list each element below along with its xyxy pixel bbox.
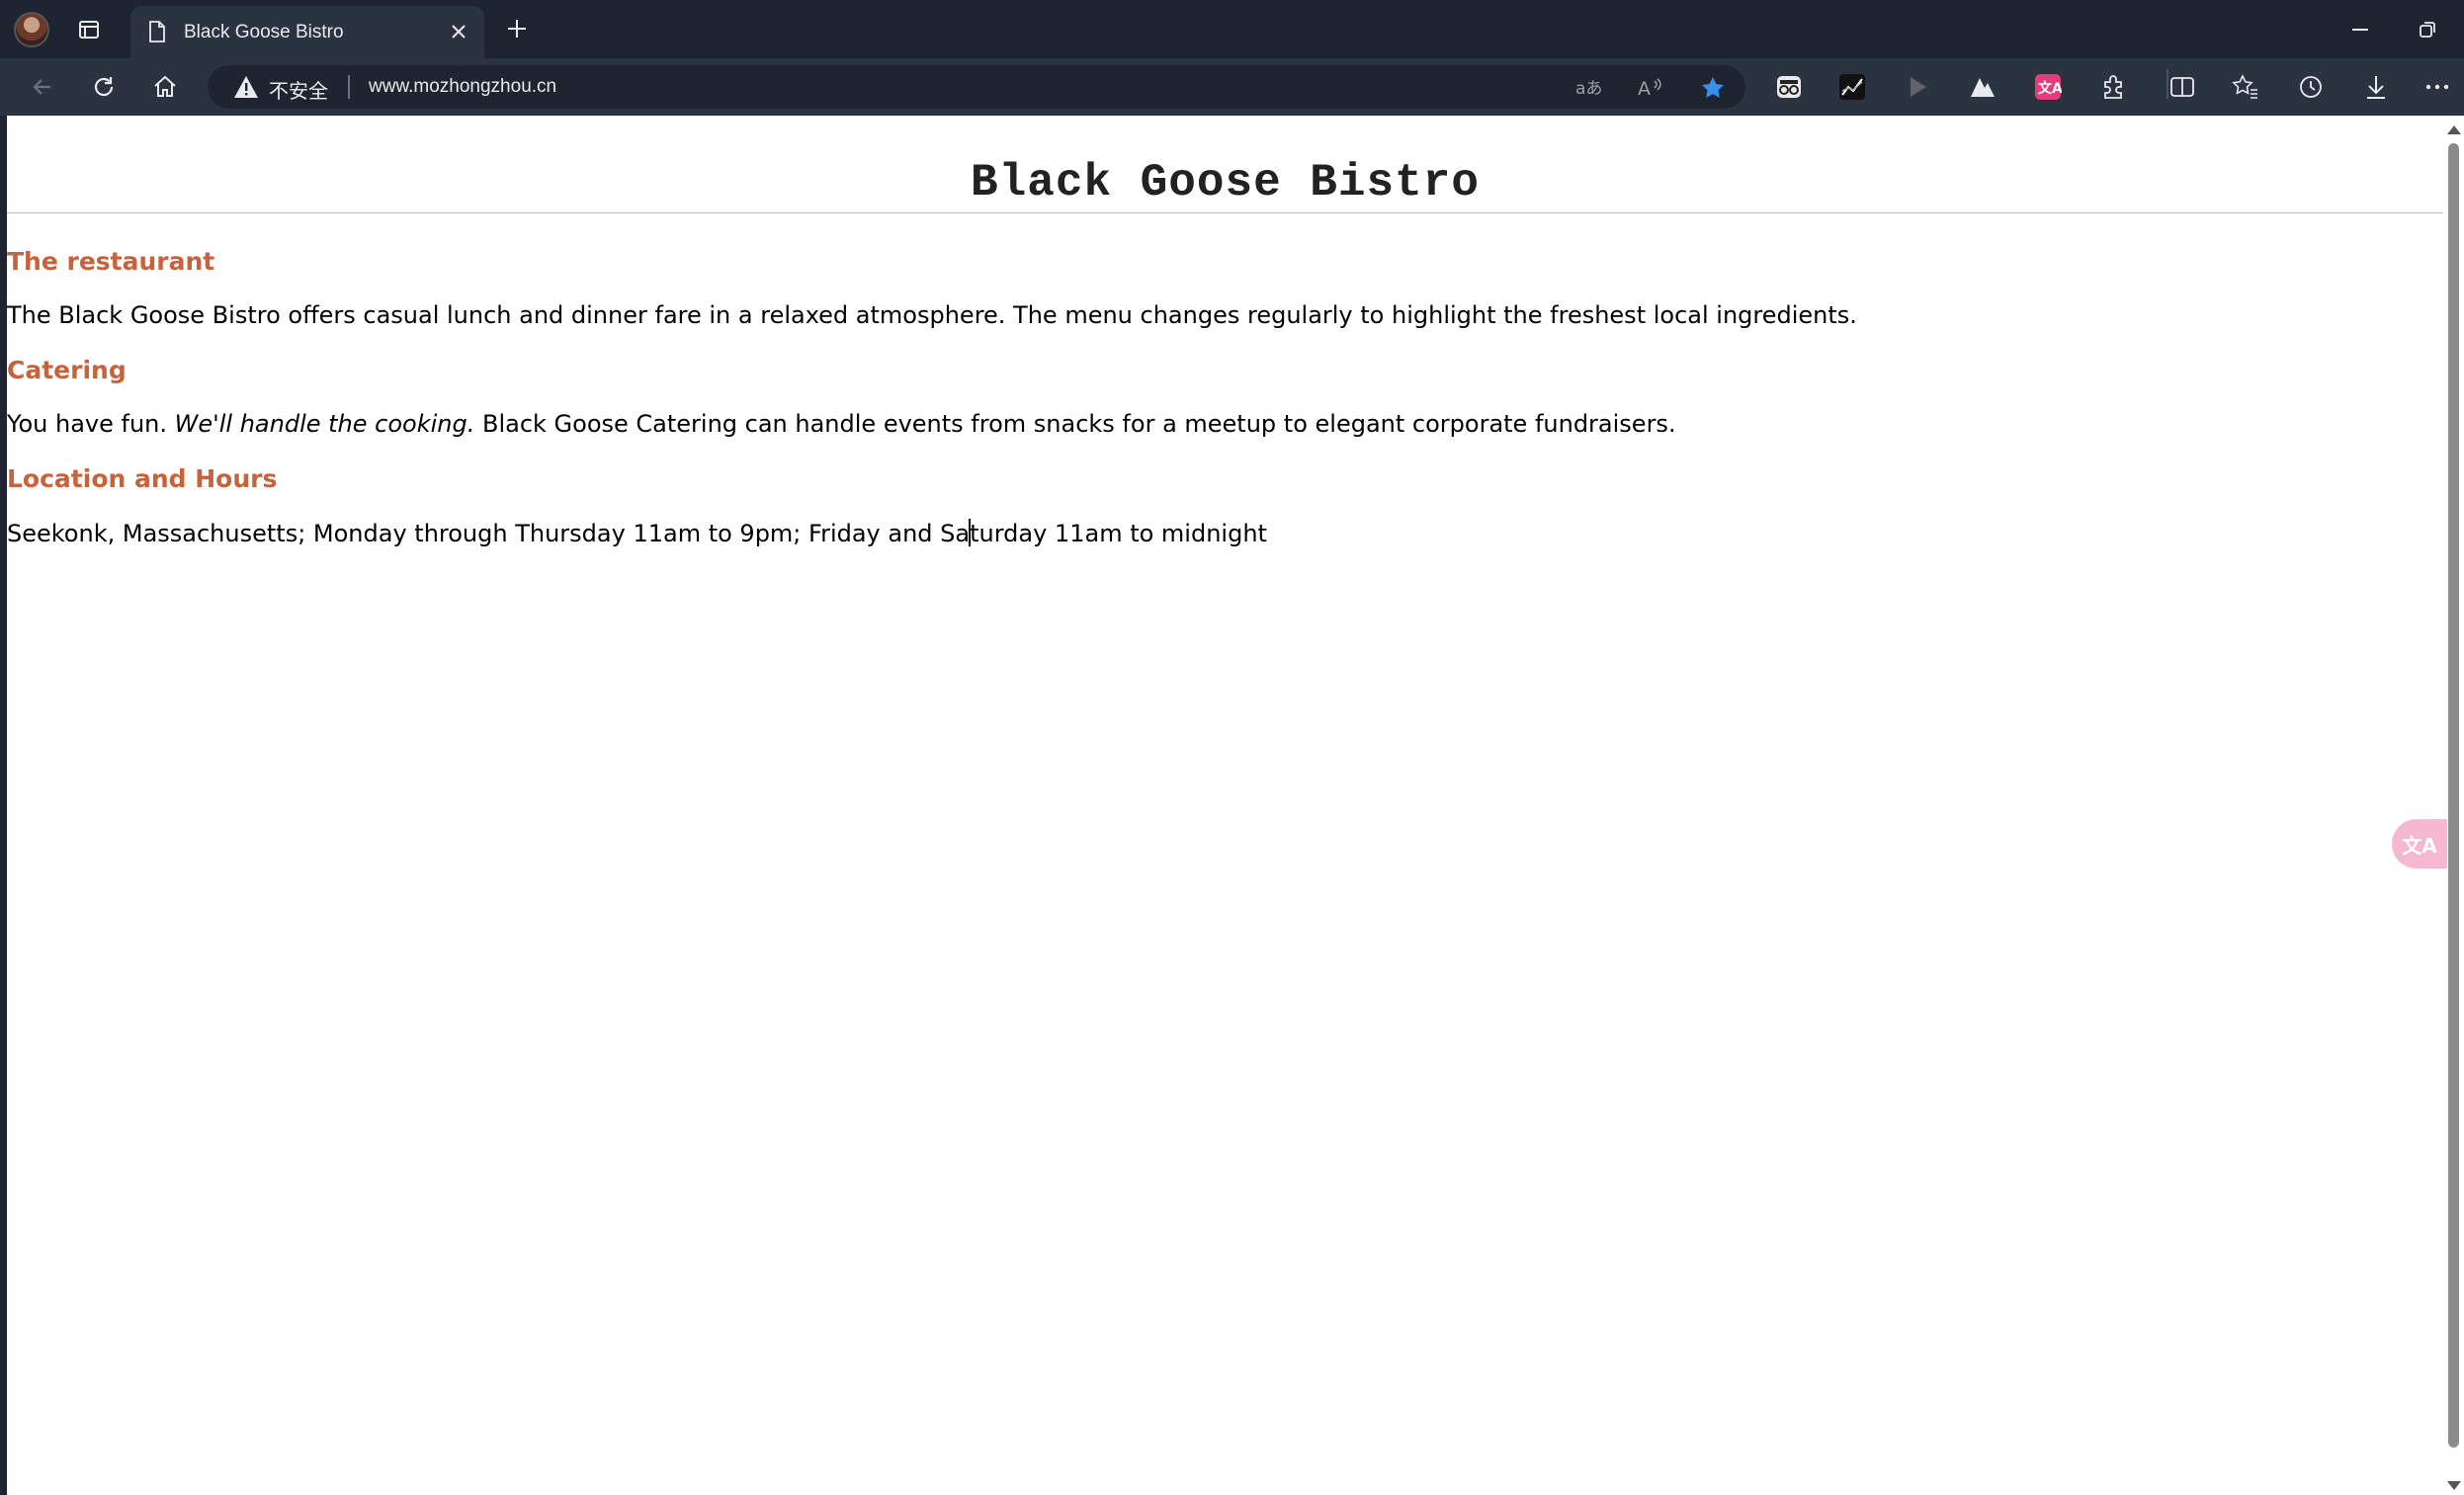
paragraph-catering: You have fun. We'll handle the cooking. … [7,410,1676,438]
more-options-icon[interactable] [2422,71,2453,103]
new-tab-icon[interactable] [502,14,532,43]
address-bar[interactable]: 不安全 www.mozhongzhou.cn aあ A [208,65,1745,109]
extension-mountain-icon[interactable] [1967,71,1998,103]
vertical-scrollbar[interactable] [2443,116,2464,1495]
restore-icon[interactable] [2408,12,2447,47]
scrollbar-thumb[interactable] [2448,143,2459,1448]
home-icon[interactable] [146,68,184,106]
catering-text-end: Black Goose Catering can handle events f… [474,410,1676,438]
immersive-reader-icon[interactable]: aあ [1573,73,1603,103]
scroll-up-arrow-icon[interactable] [2447,125,2461,134]
hours-text-end: turday 11am to midnight [970,520,1267,547]
tab-actions-icon[interactable] [75,16,103,43]
minimize-icon[interactable] [2340,12,2380,47]
paragraph-restaurant: The Black Goose Bistro offers casual lun… [7,301,1857,329]
title-divider [7,212,2443,213]
catering-emphasis: We'll handle the cooking. [174,410,475,438]
page-viewport: Black Goose Bistro The restaurant The Bl… [7,116,2443,1495]
back-icon[interactable] [24,68,61,106]
refresh-icon[interactable] [85,68,123,106]
catering-text-start: You have fun. [7,410,175,438]
svg-text:aあ: aあ [1575,79,1602,99]
read-aloud-icon[interactable]: A [1635,73,1664,103]
svg-text:文A: 文A [2038,80,2062,97]
close-tab-icon[interactable] [447,20,470,43]
hours-text-start: Seekonk, Massachusetts; Monday through T… [7,520,971,547]
history-icon[interactable] [2295,71,2327,103]
extension-play-icon[interactable] [1902,71,1933,103]
address-separator [348,75,350,99]
security-label[interactable]: 不安全 [269,75,328,104]
url-text[interactable]: www.mozhongzhou.cn [369,76,556,98]
warning-icon[interactable] [233,75,259,103]
heading-catering: Catering [7,356,127,384]
svg-text:A: A [1638,78,1651,99]
favorites-icon[interactable] [2230,71,2261,103]
page-title: Black Goose Bistro [971,157,1480,208]
heading-restaurant: The restaurant [7,247,215,276]
favorite-star-icon[interactable] [1698,73,1728,103]
split-screen-icon[interactable] [2167,71,2198,103]
heading-location-hours: Location and Hours [7,464,278,493]
profile-avatar[interactable] [14,12,49,47]
downloads-icon[interactable] [2360,71,2392,103]
page-icon [148,21,166,46]
extension-glasses-icon[interactable] [1773,71,1805,103]
scroll-down-arrow-icon[interactable] [2447,1481,2461,1490]
extensions-puzzle-icon[interactable] [2097,71,2129,103]
browser-toolbar: 不安全 www.mozhongzhou.cn aあ A 文A [0,58,2464,116]
tab-strip: Black Goose Bistro [0,0,2464,58]
extension-chart-icon[interactable] [1836,71,1868,103]
tab-title: Black Goose Bistro [184,22,344,42]
tab-active[interactable]: Black Goose Bistro [130,6,484,58]
floating-translate-button[interactable]: 文A [2392,819,2447,869]
paragraph-location-hours: Seekonk, Massachusetts; Monday through T… [7,519,1267,547]
extension-translate-icon[interactable]: 文A [2032,71,2064,103]
